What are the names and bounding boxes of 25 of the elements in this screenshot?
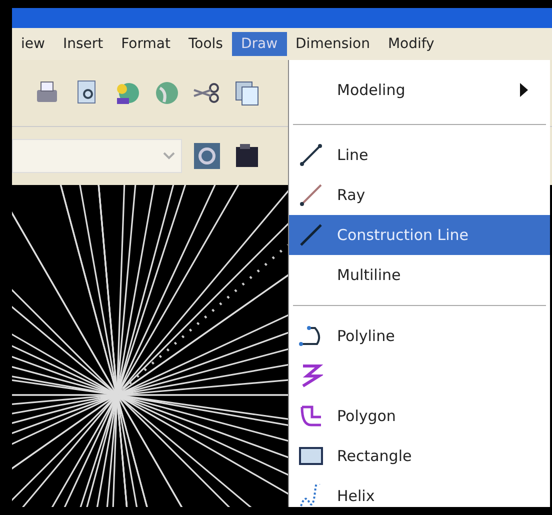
menu-item[interactable]: Ray xyxy=(289,175,550,215)
zigzag-icon xyxy=(299,364,323,388)
polyline-icon xyxy=(299,324,323,348)
menu-bar-item[interactable]: iew xyxy=(12,32,54,56)
rectangle-icon xyxy=(299,444,323,468)
menu-bar-item[interactable]: Format xyxy=(112,32,180,56)
dropdown-field[interactable] xyxy=(12,139,182,173)
caret-icon xyxy=(163,152,175,160)
menu-bar-item[interactable]: Tools xyxy=(179,32,232,56)
ray-icon xyxy=(299,183,323,207)
line-icon xyxy=(299,223,323,247)
menu-item[interactable]: Multiline xyxy=(289,255,550,295)
menu-bar-item[interactable]: Modify xyxy=(378,32,444,56)
menu-item[interactable]: Rectangle xyxy=(289,436,550,476)
menu-bar-item[interactable]: Draw xyxy=(232,32,287,56)
menu-item[interactable]: Helix xyxy=(289,476,550,515)
menu-item[interactable]: Polygon xyxy=(289,396,550,436)
helix-icon xyxy=(299,484,323,508)
submenu-arrow-icon xyxy=(520,83,528,97)
menu-item[interactable]: Construction Line xyxy=(289,215,550,255)
menu-item[interactable]: Polyline xyxy=(289,316,550,356)
menu-bar-item[interactable]: Insert xyxy=(54,32,112,56)
line-icon xyxy=(299,143,323,167)
polygon-icon xyxy=(299,404,323,428)
menu-bar-item[interactable]: Dimension xyxy=(286,32,379,56)
